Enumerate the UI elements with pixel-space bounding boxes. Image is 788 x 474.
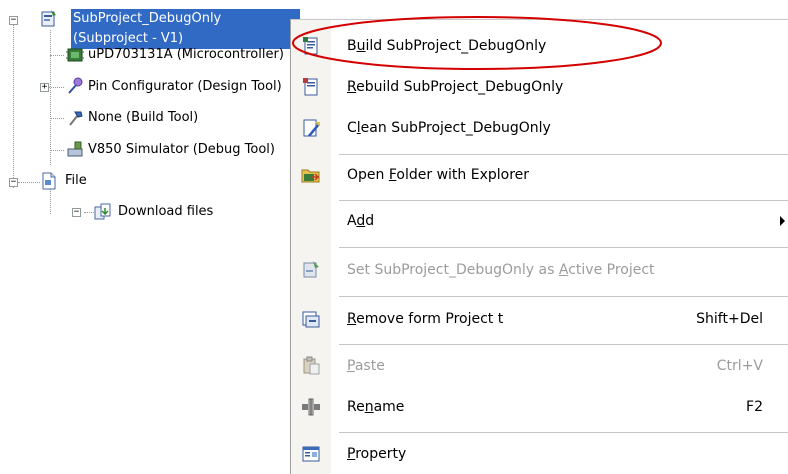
tree-item-label[interactable]: Pin Configurator (Design Tool): [86, 77, 284, 97]
menu-item-clean[interactable]: Clean SubProject_DebugOnly: [291, 110, 788, 146]
tree-item-label[interactable]: V850 Simulator (Debug Tool): [86, 140, 277, 160]
menu-item-label: Open Folder with Explorer: [347, 167, 530, 183]
menu-separator: [339, 296, 788, 297]
pin-configurator-icon: [68, 77, 83, 94]
rebuild-icon: [303, 78, 318, 96]
menu-item-rebuild[interactable]: Rebuild SubProject_DebugOnly: [291, 69, 788, 105]
project-icon: [41, 10, 56, 27]
property-icon: [302, 446, 320, 462]
menu-separator: [339, 344, 788, 345]
paste-icon: [303, 356, 320, 375]
menu-item-label: Property: [347, 446, 407, 462]
remove-icon: [302, 311, 320, 328]
menu-separator: [339, 154, 788, 155]
microcontroller-icon: [66, 48, 84, 62]
menu-separator: [339, 200, 788, 201]
menu-item-shortcut: Ctrl+V: [716, 358, 763, 374]
menu-item-set-active-project: Set SubProject_DebugOnly as Active Proje…: [291, 252, 788, 288]
menu-item-label: Clean SubProject_DebugOnly: [347, 120, 551, 136]
menu-item-add[interactable]: Add: [291, 203, 788, 239]
open-folder-icon: [301, 169, 320, 183]
tree-connector: [50, 150, 64, 151]
download-files-icon: [94, 203, 111, 220]
build-tool-icon: [69, 111, 83, 126]
tree-connector: [18, 182, 40, 183]
menu-item-label: Build SubProject_DebugOnly: [347, 38, 547, 54]
tree-connector: [50, 55, 64, 56]
simulator-icon: [67, 141, 83, 157]
menu-item-build[interactable]: Build SubProject_DebugOnly: [291, 28, 788, 64]
menu-item-label: Rename: [347, 399, 405, 415]
project-tree: − SubProject_DebugOnly (Subproject - V1)…: [0, 0, 300, 473]
context-menu: Build SubProject_DebugOnly Rebuild SubPr…: [290, 19, 788, 474]
build-icon: [303, 37, 318, 55]
menu-separator: [339, 247, 788, 248]
tree-item-label[interactable]: Download files: [116, 202, 215, 222]
menu-item-remove-from-project[interactable]: Remove form Project t Shift+Del: [291, 301, 788, 337]
collapse-toggle[interactable]: −: [9, 16, 18, 25]
menu-item-shortcut: Shift+Del: [696, 311, 763, 327]
tree-item-label[interactable]: File: [63, 171, 89, 191]
menu-item-label: Paste: [347, 358, 385, 374]
menu-item-open-folder[interactable]: Open Folder with Explorer: [291, 157, 788, 193]
set-active-icon: [303, 261, 319, 278]
collapse-toggle[interactable]: −: [72, 208, 81, 217]
menu-item-label: Rebuild SubProject_DebugOnly: [347, 79, 564, 95]
tree-connector: [50, 30, 51, 165]
menu-item-property[interactable]: Property: [291, 436, 788, 472]
menu-item-label: Remove form Project t: [347, 311, 504, 327]
expand-toggle[interactable]: +: [40, 83, 49, 92]
menu-item-label: Add: [347, 213, 375, 229]
submenu-arrow-icon: [780, 216, 785, 226]
tree-item-label[interactable]: uPD703131A (Microcontroller): [86, 45, 286, 65]
tree-connector: [50, 188, 51, 214]
tree-item-label[interactable]: SubProject_DebugOnly (Subproject - V1): [71, 9, 300, 49]
menu-item-shortcut: F2: [746, 399, 763, 415]
clean-icon: [303, 119, 320, 137]
collapse-toggle[interactable]: −: [9, 178, 18, 187]
menu-item-rename[interactable]: Rename F2: [291, 389, 788, 425]
file-icon: [42, 172, 56, 190]
tree-connector: [50, 118, 64, 119]
menu-separator: [339, 432, 788, 433]
tree-connector: [13, 18, 14, 188]
menu-item-label: Set SubProject_DebugOnly as Active Proje…: [347, 262, 655, 278]
tree-connector: [84, 212, 94, 213]
tree-item-label[interactable]: None (Build Tool): [86, 108, 200, 128]
rename-icon: [302, 398, 320, 416]
menu-item-paste: Paste Ctrl+V: [291, 348, 788, 384]
